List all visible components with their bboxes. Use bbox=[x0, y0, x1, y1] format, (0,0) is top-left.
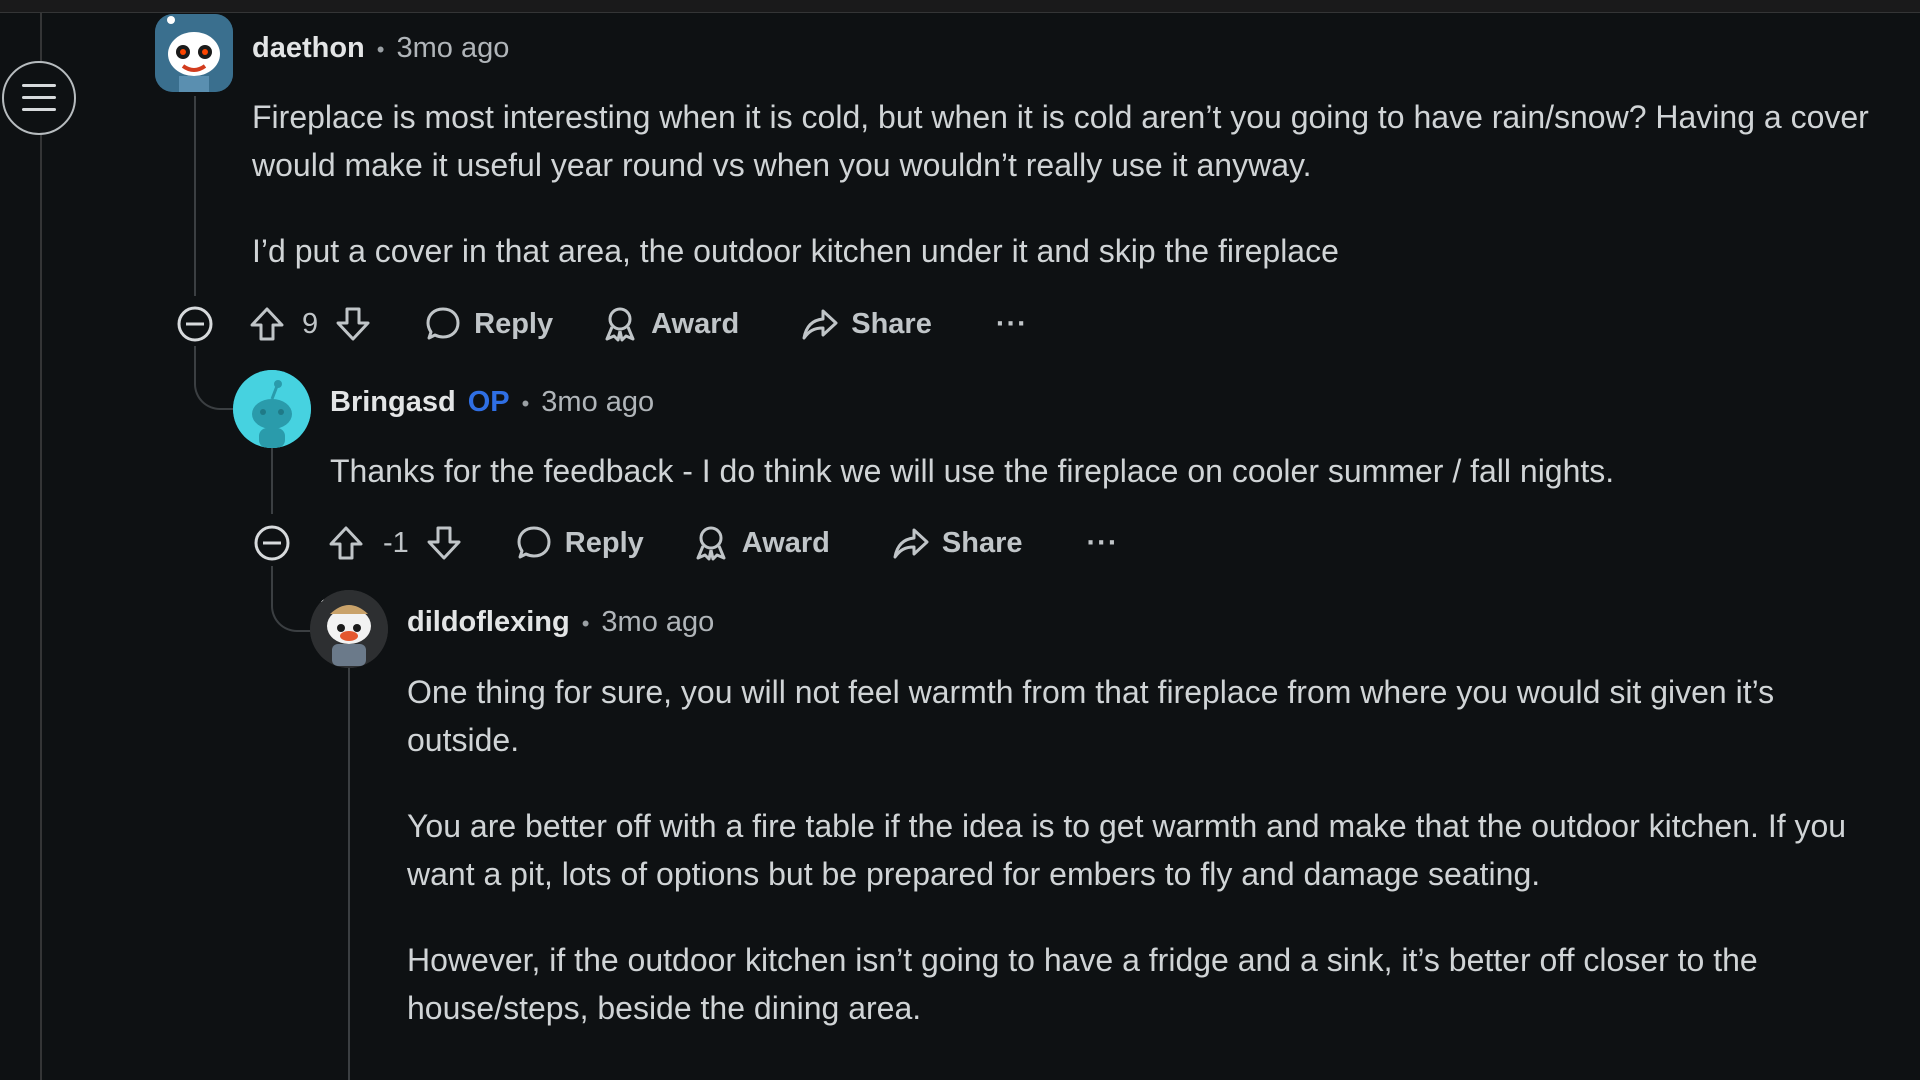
avatar[interactable] bbox=[310, 590, 388, 668]
comment-timestamp[interactable]: 3mo ago bbox=[601, 606, 714, 639]
collapse-thread-button[interactable] bbox=[253, 524, 291, 562]
meta-separator: • bbox=[376, 37, 385, 62]
award-button[interactable]: Award bbox=[692, 524, 830, 562]
downvote-arrow-icon bbox=[336, 307, 370, 341]
downvote-arrow-icon bbox=[427, 526, 461, 560]
reply-button[interactable]: Reply bbox=[424, 305, 553, 343]
downvote-button[interactable] bbox=[334, 305, 372, 343]
snoo-avatar-icon bbox=[233, 370, 311, 448]
reply-button[interactable]: Reply bbox=[515, 524, 644, 562]
share-label: Share bbox=[941, 526, 1023, 559]
comment-paragraph: I’d put a cover in that area, the outdoo… bbox=[252, 233, 1339, 269]
chat-bubble-icon bbox=[517, 526, 551, 559]
comment-paragraph: One thing for sure, you will not feel wa… bbox=[407, 674, 1775, 758]
upvote-arrow-icon bbox=[250, 307, 284, 341]
menu-icon bbox=[22, 84, 56, 111]
comment-paragraph: Thanks for the feedback - I do think we … bbox=[330, 453, 1615, 489]
comment-timestamp[interactable]: 3mo ago bbox=[396, 32, 509, 65]
award-label: Award bbox=[741, 526, 830, 559]
award-button[interactable]: Award bbox=[601, 305, 739, 343]
left-rail-divider bbox=[40, 12, 42, 1080]
thread-line-comment-3[interactable] bbox=[348, 668, 350, 1080]
award-ribbon-icon bbox=[605, 307, 635, 342]
thread-connector-reply-2 bbox=[271, 566, 313, 632]
more-options-button[interactable]: ··· bbox=[1087, 527, 1119, 560]
downvote-button[interactable] bbox=[425, 524, 463, 562]
meta-separator: • bbox=[581, 611, 590, 636]
meta-separator: • bbox=[521, 391, 530, 416]
chat-bubble-icon bbox=[426, 307, 460, 340]
comment-body: Fireplace is most interesting when it is… bbox=[252, 93, 1902, 313]
op-badge: OP bbox=[467, 386, 510, 418]
comment-author[interactable]: dildoflexing bbox=[407, 606, 570, 639]
hamburger-menu-button[interactable] bbox=[2, 61, 76, 135]
comment-author[interactable]: daethon bbox=[252, 32, 365, 65]
share-arrow-icon bbox=[802, 309, 838, 340]
comment-paragraph: Fireplace is most interesting when it is… bbox=[252, 99, 1869, 183]
collapse-thread-button[interactable] bbox=[176, 305, 214, 343]
award-ribbon-icon bbox=[696, 526, 726, 561]
comment-paragraph: However, if the outdoor kitchen isn’t go… bbox=[407, 942, 1758, 1026]
upvote-button[interactable] bbox=[327, 524, 365, 562]
thread-connector-reply-1 bbox=[194, 346, 234, 410]
comment-action-bar: -1 Reply Award Share ··· bbox=[253, 519, 1118, 567]
comment-body: One thing for sure, you will not feel wa… bbox=[407, 668, 1887, 1070]
snoo-avatar-icon bbox=[310, 590, 388, 668]
comment-author[interactable]: Bringasd bbox=[330, 386, 456, 419]
comment-paragraph: You are better off with a fire table if … bbox=[407, 808, 1847, 892]
avatar[interactable] bbox=[233, 370, 311, 448]
thread-line-comment-1[interactable] bbox=[194, 96, 196, 296]
share-label: Share bbox=[851, 307, 932, 340]
vote-score: -1 bbox=[383, 526, 409, 559]
more-options-button[interactable]: ··· bbox=[996, 308, 1028, 341]
thread-line-comment-2[interactable] bbox=[271, 446, 273, 514]
upvote-button[interactable] bbox=[248, 305, 286, 343]
upvote-arrow-icon bbox=[329, 526, 363, 560]
share-arrow-icon bbox=[893, 528, 929, 559]
snoo-avatar-icon bbox=[155, 14, 233, 92]
reply-label: Reply bbox=[564, 526, 644, 559]
share-button[interactable]: Share bbox=[892, 524, 1023, 562]
award-label: Award bbox=[651, 307, 740, 340]
avatar[interactable] bbox=[155, 14, 233, 92]
comment-action-bar: 9 Reply Award Share ··· bbox=[176, 300, 1028, 348]
reply-label: Reply bbox=[474, 307, 554, 340]
collapse-minus-icon bbox=[254, 525, 290, 561]
share-button[interactable]: Share bbox=[801, 305, 932, 343]
collapse-minus-icon bbox=[177, 306, 213, 342]
top-bar bbox=[0, 0, 1920, 13]
vote-score: 9 bbox=[302, 307, 319, 340]
comment-timestamp[interactable]: 3mo ago bbox=[541, 386, 654, 419]
